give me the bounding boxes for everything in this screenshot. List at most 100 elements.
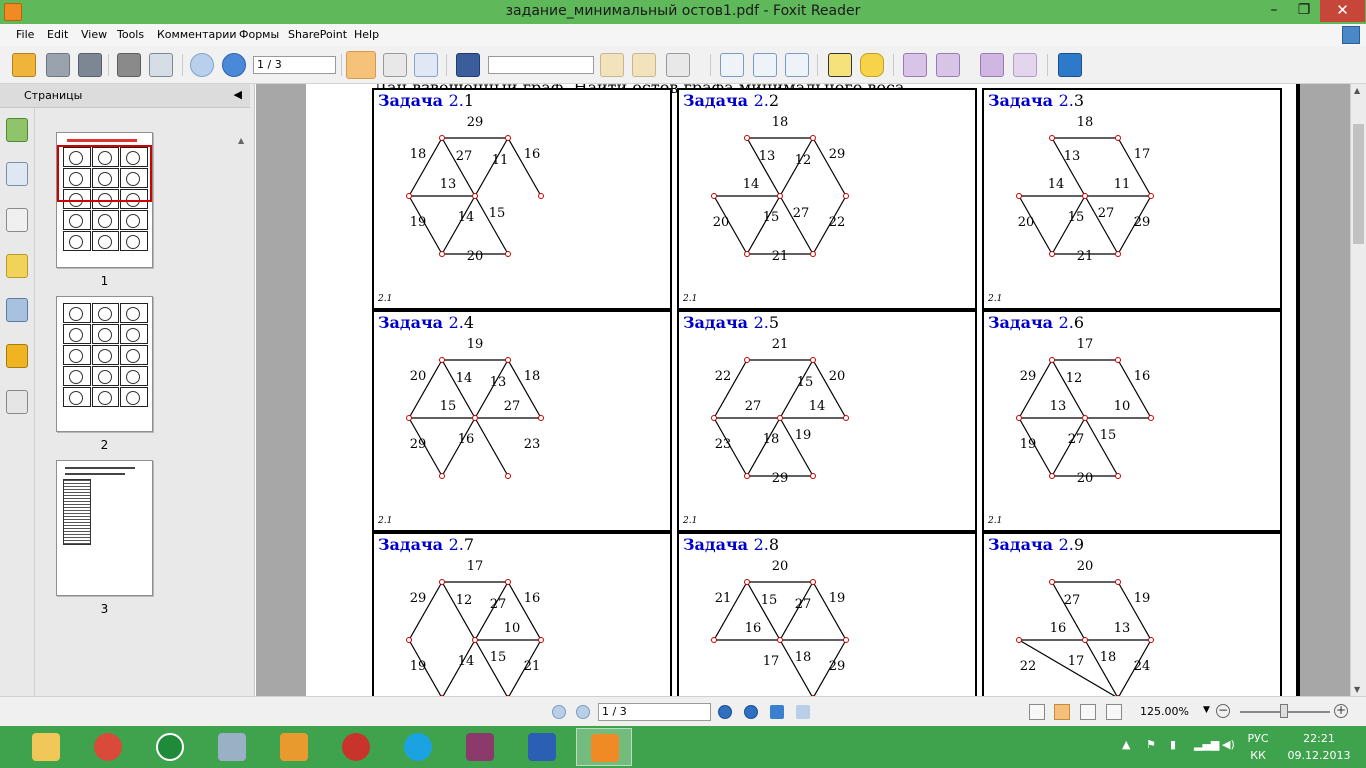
select-text-icon[interactable] xyxy=(383,53,407,77)
edge-weight-label: 16 xyxy=(524,591,541,606)
menu-view[interactable]: View xyxy=(81,28,107,41)
single-page-view-icon[interactable] xyxy=(1029,704,1045,720)
scrollbar-thumb[interactable] xyxy=(1353,124,1364,244)
current-view-rectangle[interactable] xyxy=(57,145,152,202)
pdf-merge-icon[interactable] xyxy=(1013,53,1037,77)
fit-page-icon[interactable] xyxy=(753,53,777,77)
zoom-slider-knob[interactable] xyxy=(1280,704,1288,718)
menu-forms[interactable]: Формы xyxy=(239,28,279,41)
page-number-input[interactable]: 1 / 3 xyxy=(253,56,336,74)
find-next-icon[interactable] xyxy=(632,53,656,77)
open-folder-icon[interactable] xyxy=(12,53,36,77)
next-page-icon[interactable] xyxy=(222,53,246,77)
taskbar-foxit[interactable] xyxy=(576,728,632,766)
sharepoint-icon[interactable] xyxy=(1058,53,1082,77)
go-back-icon[interactable] xyxy=(770,705,784,719)
edge-weight-label: 11 xyxy=(1114,177,1131,192)
menu-file[interactable]: File xyxy=(16,28,34,41)
language-indicator[interactable]: РУС КК xyxy=(1244,730,1272,764)
tray-battery-icon[interactable]: ▮ xyxy=(1170,738,1176,751)
menu-help[interactable]: Help xyxy=(354,28,379,41)
graph-vertex xyxy=(505,473,511,479)
pdf-export-icon[interactable] xyxy=(980,53,1004,77)
menu-comments[interactable]: Комментарии xyxy=(157,28,237,41)
edge-weight-label: 15 xyxy=(1100,428,1117,443)
tray-volume-icon[interactable]: ◀) xyxy=(1222,738,1235,751)
page-thumbnail-3[interactable] xyxy=(56,460,153,596)
zoom-in-icon[interactable]: + xyxy=(1334,704,1348,718)
previous-page-icon[interactable] xyxy=(190,53,214,77)
clock[interactable]: 22:21 09.12.2013 xyxy=(1284,730,1354,764)
last-page-icon[interactable] xyxy=(744,705,758,719)
continuous-view-icon[interactable] xyxy=(1054,704,1070,720)
prev-page-status-icon[interactable] xyxy=(576,705,590,719)
zoom-level[interactable]: 125.00% xyxy=(1140,705,1189,718)
graph-vertex xyxy=(744,473,750,479)
taskbar-explorer[interactable] xyxy=(18,728,74,766)
attachments-icon[interactable] xyxy=(6,298,28,322)
taskbar-skype[interactable] xyxy=(390,728,446,766)
edge-weight-label: 17 xyxy=(1077,337,1094,352)
continuous-facing-view-icon[interactable] xyxy=(1106,704,1122,720)
menu-edit[interactable]: Edit xyxy=(47,28,68,41)
go-forward-icon[interactable] xyxy=(796,705,810,719)
menu-sharepoint[interactable]: SharePoint xyxy=(288,28,347,41)
help-corner-icon[interactable] xyxy=(1342,26,1360,44)
tray-expand-icon[interactable]: ▲ xyxy=(1122,738,1130,751)
taskbar-tools[interactable] xyxy=(204,728,260,766)
layers-icon[interactable] xyxy=(6,208,28,232)
page-thumbnail-2[interactable] xyxy=(56,296,153,432)
bookmarks-icon[interactable] xyxy=(6,118,28,142)
thumbnail-label-1: 1 xyxy=(100,274,109,288)
tray-network-icon[interactable]: ▂▄▆ xyxy=(1194,738,1219,751)
menu-tools[interactable]: Tools xyxy=(117,28,144,41)
edge-weight-label: 11 xyxy=(492,153,509,168)
taskbar-ie[interactable] xyxy=(328,728,384,766)
find-binoculars-icon[interactable] xyxy=(456,53,480,77)
select-arrow-icon[interactable] xyxy=(414,53,438,77)
edge-weight-label: 18 xyxy=(763,432,780,447)
pages-panel-icon[interactable] xyxy=(6,162,28,186)
actual-size-icon[interactable] xyxy=(720,53,744,77)
minimize-button[interactable]: – xyxy=(1260,0,1288,22)
first-page-icon[interactable] xyxy=(552,705,566,719)
taskbar-chrome[interactable] xyxy=(80,728,136,766)
comments-panel-icon[interactable] xyxy=(6,254,28,278)
convert-pdf-icon[interactable] xyxy=(936,53,960,77)
fit-width-icon[interactable] xyxy=(785,53,809,77)
search-input[interactable] xyxy=(488,56,594,74)
graph-vertex xyxy=(810,251,816,257)
document-scrollbar[interactable]: ▲ ▼ xyxy=(1350,84,1366,696)
page-thumbnail-1[interactable] xyxy=(56,132,153,268)
thumbnail-scrollbar[interactable]: ▲ ▼ xyxy=(236,136,248,716)
typewriter-icon[interactable] xyxy=(828,53,852,77)
document-view[interactable]: Дан взвешенный граф. Найти остов графа м… xyxy=(256,84,1350,696)
maximize-button[interactable]: ❐ xyxy=(1290,0,1318,22)
save-all-icon[interactable] xyxy=(78,53,102,77)
close-button[interactable]: ✕ xyxy=(1320,0,1365,22)
taskbar-app[interactable] xyxy=(266,728,322,766)
facing-view-icon[interactable] xyxy=(1080,704,1096,720)
next-page-status-icon[interactable] xyxy=(718,705,732,719)
print-icon[interactable] xyxy=(117,53,141,77)
edge-weight-label: 24 xyxy=(1134,659,1151,674)
email-icon[interactable] xyxy=(149,53,173,77)
create-pdf-icon[interactable] xyxy=(903,53,927,77)
search-options-icon[interactable] xyxy=(666,53,690,77)
signature-icon[interactable] xyxy=(6,390,28,414)
save-icon[interactable] xyxy=(46,53,70,77)
edge-weight-label: 17 xyxy=(1068,654,1085,669)
zoom-out-icon[interactable]: − xyxy=(1216,704,1230,718)
graph-vertex xyxy=(1148,637,1154,643)
note-comment-icon[interactable] xyxy=(860,53,884,77)
collapse-sidebar-icon[interactable]: ◀ xyxy=(234,88,242,101)
taskbar-mail-agent[interactable] xyxy=(142,728,198,766)
zoom-dropdown-icon[interactable]: ▼ xyxy=(1203,705,1210,715)
taskbar-word[interactable] xyxy=(514,728,570,766)
hand-tool-icon[interactable] xyxy=(346,51,376,79)
security-lock-icon[interactable] xyxy=(6,344,28,368)
tray-flag-icon[interactable]: ⚑ xyxy=(1146,738,1156,751)
status-page-input[interactable]: 1 / 3 xyxy=(598,703,711,721)
find-previous-icon[interactable] xyxy=(600,53,624,77)
taskbar-winrar[interactable] xyxy=(452,728,508,766)
